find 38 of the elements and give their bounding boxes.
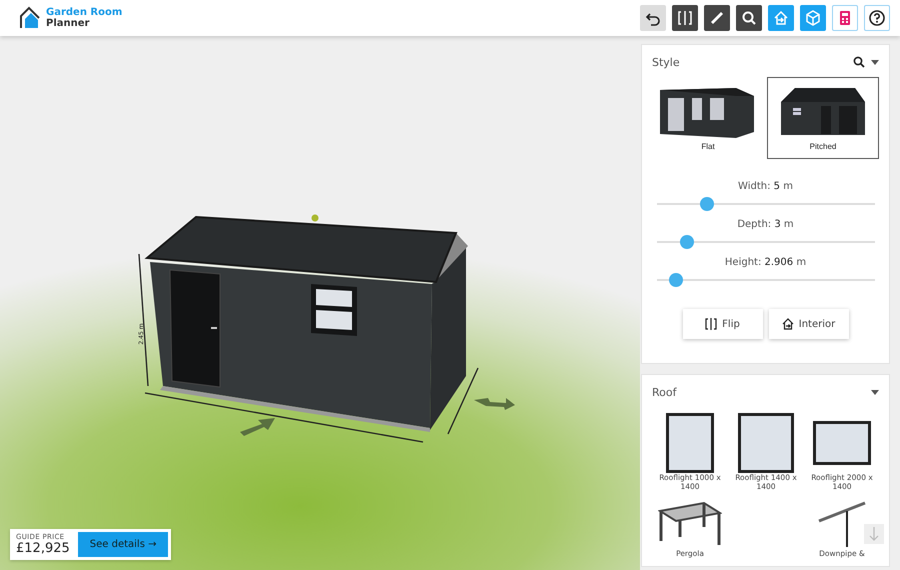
move-arrows-icon: [474, 398, 515, 410]
slider-label: Height: 2.906 m: [724, 257, 806, 270]
house-logo-icon: [18, 6, 42, 30]
toolbar-button[interactable]: [864, 5, 890, 31]
price-amount: £12,925: [16, 541, 70, 556]
logo-title: Garden Room: [46, 7, 122, 18]
interior-button[interactable]: Interior: [768, 309, 848, 339]
cube-icon: [804, 9, 822, 27]
caret-icon[interactable]: [871, 390, 879, 394]
zoom-icon: [740, 9, 758, 27]
rooflight-drawing: [738, 413, 794, 473]
slider-label: Depth: 3 m: [737, 219, 794, 232]
slider-thumb[interactable]: [700, 197, 714, 211]
dimension-line: [447, 368, 479, 434]
style-option[interactable]: Pitched: [767, 77, 879, 159]
search-icon[interactable]: [853, 56, 865, 68]
toolbar-button[interactable]: [736, 5, 762, 31]
slider-thumb[interactable]: [669, 273, 684, 287]
flip-icon: [705, 318, 718, 330]
flip-button[interactable]: Flip: [682, 309, 762, 339]
downpipe-drawing: [817, 499, 867, 549]
house-icon: [772, 9, 790, 27]
house-icon: [782, 318, 794, 330]
rooflight-drawing: [666, 413, 714, 473]
logo-subtitle: Planner: [46, 18, 90, 29]
help-icon: [868, 9, 886, 27]
caret-icon[interactable]: [871, 60, 879, 64]
toolbar-button[interactable]: [672, 5, 698, 31]
move-arrows-icon: [240, 418, 275, 436]
slider-label: Width: 5 m: [738, 181, 793, 194]
panel-title: Style: [652, 56, 681, 68]
down-arrow-icon: [869, 527, 879, 541]
see-details-button[interactable]: See details →: [78, 532, 168, 557]
toolbar-button[interactable]: [704, 5, 730, 31]
flip-icon: [676, 9, 694, 27]
rooflight-drawing: [813, 421, 871, 465]
slider-thumb[interactable]: [680, 235, 694, 249]
panel-title: Roof: [652, 386, 678, 398]
